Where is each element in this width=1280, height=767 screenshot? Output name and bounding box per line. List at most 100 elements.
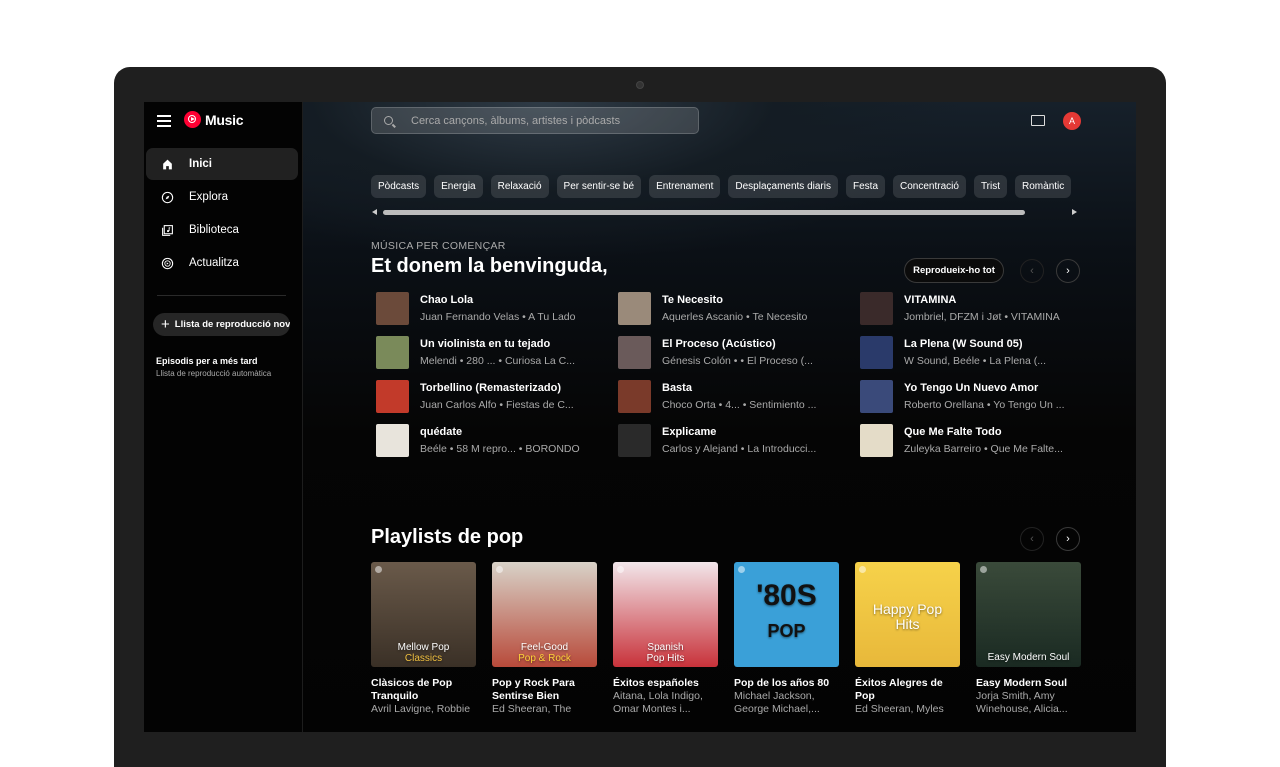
playlist-subtitle: Aitana, Lola Indigo, Omar Montes i... xyxy=(613,690,703,715)
song-title[interactable]: Basta xyxy=(662,382,842,394)
song-list-item[interactable]: La Plena (W Sound 05) W Sound, Beéle • La… xyxy=(860,336,1090,372)
playlist-card[interactable]: Spanish Pop Hits Éxitos españoles Aitana, L… xyxy=(613,562,718,716)
song-title[interactable]: Yo Tengo Un Nuevo Amor xyxy=(904,382,1084,394)
playlist-title[interactable]: Éxitos Alegres de Pop xyxy=(855,677,960,703)
carousel-next-button[interactable]: › xyxy=(1056,259,1080,283)
song-text: Un violinista en tu tejado Melendi • 280 … xyxy=(420,336,600,372)
chip-energia[interactable]: Energia xyxy=(434,175,483,198)
playlist-card[interactable]: Happy Pop Hits Éxitos Alegres de Pop Ed She… xyxy=(855,562,960,716)
playlist-cover[interactable]: Happy Pop Hits xyxy=(855,562,960,667)
song-thumbnail[interactable] xyxy=(376,380,409,413)
cover-text-line2: Pop Hits xyxy=(646,653,685,664)
song-list-item[interactable]: quédate Beéle • 58 M repro... • BORONDO xyxy=(376,424,606,460)
song-subtitle: Melendi • 280 ... • Curiosa La C... xyxy=(420,355,576,367)
chip-entrenament[interactable]: Entrenament xyxy=(649,175,721,198)
search-input[interactable] xyxy=(409,113,693,128)
horizontal-scrollbar[interactable] xyxy=(383,210,1025,215)
song-list-item[interactable]: El Proceso (Acústico) Génesis Colón • • E… xyxy=(618,336,848,372)
chip-per-sentir-se-be[interactable]: Per sentir-se bé xyxy=(556,175,642,198)
menu-icon[interactable] xyxy=(157,115,171,127)
song-title[interactable]: quédate xyxy=(420,426,600,438)
carousel-prev-button[interactable]: ‹ xyxy=(1020,259,1044,283)
playlist-title[interactable]: Pop de los años 80 xyxy=(734,677,839,690)
chip-romantic[interactable]: Romàntic xyxy=(1015,175,1072,198)
playlist-cover[interactable]: Spanish Pop Hits xyxy=(613,562,718,667)
search-bar[interactable] xyxy=(371,107,699,134)
song-list-item[interactable]: VITAMINA Jombriel, DFZM i Jøt • VITAMINA xyxy=(860,292,1090,328)
song-text: quédate Beéle • 58 M repro... • BORONDO xyxy=(420,424,600,460)
logo-text: Music xyxy=(205,111,244,128)
song-thumbnail[interactable] xyxy=(860,424,893,457)
cast-icon[interactable] xyxy=(1031,115,1045,126)
song-thumbnail[interactable] xyxy=(618,292,651,325)
scroll-right-arrow-icon[interactable] xyxy=(1072,209,1077,215)
playlist-card[interactable]: '80S POP Pop de los años 80 Michael Jackson… xyxy=(734,562,839,716)
song-thumbnail[interactable] xyxy=(860,292,893,325)
saved-episodes-playlist[interactable]: Episodis per a més tard Llista de reprod… xyxy=(156,356,271,378)
song-title[interactable]: Te Necesito xyxy=(662,294,842,306)
song-thumbnail[interactable] xyxy=(376,336,409,369)
logo[interactable]: Music xyxy=(184,111,243,128)
upgrade-icon xyxy=(160,256,174,270)
quick-picks-grid: Chao Lola Juan Fernando Velas • A Tu Lado… xyxy=(376,292,1086,472)
playlist-title[interactable]: Pop y Rock Para Sentirse Bien xyxy=(492,677,597,703)
song-list-item[interactable]: Que Me Falte Todo Zuleyka Barreiro • Que … xyxy=(860,424,1090,460)
song-title[interactable]: Un violinista en tu tejado xyxy=(420,338,600,350)
pop-carousel-next-button[interactable]: › xyxy=(1056,527,1080,551)
song-text: Yo Tengo Un Nuevo Amor Roberto Orellana •… xyxy=(904,380,1084,416)
playlist-cover[interactable]: Feel-Good Pop & Rock xyxy=(492,562,597,667)
sidebar-item-label: Inici xyxy=(189,158,213,170)
song-text: VITAMINA Jombriel, DFZM i Jøt • VITAMINA xyxy=(904,292,1084,328)
badge-icon xyxy=(859,566,866,573)
chip-desplacaments-diaris[interactable]: Desplaçaments diaris xyxy=(728,175,838,198)
playlist-card[interactable]: Easy Modern Soul Easy Modern Soul Jorja Sm… xyxy=(976,562,1081,716)
song-thumbnail[interactable] xyxy=(376,292,409,325)
playlist-title[interactable]: Éxitos españoles xyxy=(613,677,718,690)
saved-episodes-title: Episodis per a més tard xyxy=(156,356,258,366)
song-thumbnail[interactable] xyxy=(860,380,893,413)
song-thumbnail[interactable] xyxy=(618,424,651,457)
song-title[interactable]: Que Me Falte Todo xyxy=(904,426,1084,438)
playlist-cover[interactable]: Easy Modern Soul xyxy=(976,562,1081,667)
playlist-cover[interactable]: '80S POP xyxy=(734,562,839,667)
chip-podcasts[interactable]: Pòdcasts xyxy=(371,175,427,198)
chip-relaxacio[interactable]: Relaxació xyxy=(490,175,549,198)
song-title[interactable]: VITAMINA xyxy=(904,294,1084,306)
sidebar-item-explora[interactable]: Explora xyxy=(146,181,298,213)
song-list-item[interactable]: Chao Lola Juan Fernando Velas • A Tu Lado xyxy=(376,292,606,328)
playlist-card[interactable]: Feel-Good Pop & Rock Pop y Rock Para Senti… xyxy=(492,562,597,716)
song-list-item[interactable]: Un violinista en tu tejado Melendi • 280 … xyxy=(376,336,606,372)
song-title[interactable]: Chao Lola xyxy=(420,294,600,306)
song-list-item[interactable]: Torbellino (Remasterizado) Juan Carlos Al… xyxy=(376,380,606,416)
playlist-title[interactable]: Clàsicos de Pop Tranquilo xyxy=(371,677,476,703)
song-list-item[interactable]: Explicame Carlos y Alejand • La Introducc… xyxy=(618,424,848,460)
song-thumbnail[interactable] xyxy=(618,336,651,369)
badge-icon xyxy=(617,566,624,573)
playlist-card[interactable]: Mellow Pop Classics Clàsicos de Pop Tranqu… xyxy=(371,562,476,716)
avatar[interactable]: A xyxy=(1063,112,1081,130)
sidebar-item-actualitza[interactable]: Actualitza xyxy=(146,247,298,279)
song-list-item[interactable]: Te Necesito Aquerles Ascanio • Te Necesit… xyxy=(618,292,848,328)
sidebar-item-inici[interactable]: Inici xyxy=(146,148,298,180)
playlist-title[interactable]: Easy Modern Soul xyxy=(976,677,1081,690)
song-thumbnail[interactable] xyxy=(860,336,893,369)
laptop-frame: Music Inici Explora Biblioteca Actualitz… xyxy=(114,67,1166,767)
play-all-button[interactable]: Reprodueix-ho tot xyxy=(904,258,1004,283)
pop-carousel-prev-button[interactable]: ‹ xyxy=(1020,527,1044,551)
song-title[interactable]: El Proceso (Acústico) xyxy=(662,338,842,350)
song-thumbnail[interactable] xyxy=(376,424,409,457)
sidebar-item-biblioteca[interactable]: Biblioteca xyxy=(146,214,298,246)
quick-picks-subtitle: MÚSICA PER COMENÇAR xyxy=(371,240,506,252)
new-playlist-button[interactable]: + Llista de reproducció nova xyxy=(153,313,290,336)
song-thumbnail[interactable] xyxy=(618,380,651,413)
playlist-cover[interactable]: Mellow Pop Classics xyxy=(371,562,476,667)
song-title[interactable]: Explicame xyxy=(662,426,842,438)
song-list-item[interactable]: Yo Tengo Un Nuevo Amor Roberto Orellana •… xyxy=(860,380,1090,416)
chip-concentracio[interactable]: Concentració xyxy=(893,175,966,198)
chip-festa[interactable]: Festa xyxy=(846,175,886,198)
scroll-left-arrow-icon[interactable] xyxy=(372,209,377,215)
song-list-item[interactable]: Basta Choco Orta • 4... • Sentimiento ... xyxy=(618,380,848,416)
song-title[interactable]: Torbellino (Remasterizado) xyxy=(420,382,600,394)
song-title[interactable]: La Plena (W Sound 05) xyxy=(904,338,1084,350)
chip-trist[interactable]: Trist xyxy=(973,175,1008,198)
